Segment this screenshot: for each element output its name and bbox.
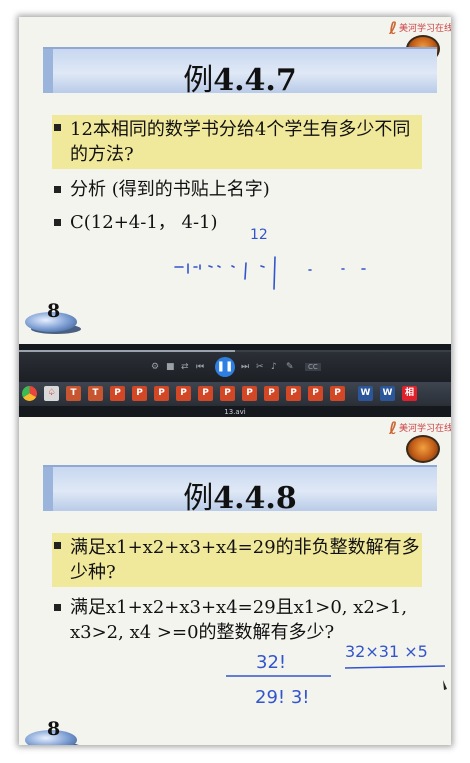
pdf-icon[interactable]: ♤ [44,386,59,401]
slide-top: ℓ 美河学习在线 例4.4.7 12本相同的数学书分给4个学生有多少不同的方法?… [19,17,451,344]
word-icon[interactable]: W [358,386,373,401]
handwritten-product: 32×31 ×5 [345,642,428,661]
next-icon[interactable]: ⏭ [241,362,249,372]
cut-icon[interactable]: ✂ [256,362,264,372]
pause-button[interactable]: ❚❚ [215,357,235,377]
handwritten-numerator: 32! [256,652,286,673]
player-controls: ⚙ ■ ⇄ ⏮ ❚❚ ⏭ ✂ ♪ ✎ CC [19,352,451,382]
word-icon-2[interactable]: W [380,386,395,401]
ppt-icon-3[interactable]: P [154,386,169,401]
taskbar: ♤ T T P P P P P P P P P P P W W 相 [19,382,451,406]
ppt-icon[interactable]: P [110,386,125,401]
ppt-icon-4[interactable]: P [176,386,191,401]
file-name: 13.avi [224,408,246,416]
page-number: 8 [47,718,61,740]
stop-icon[interactable]: ■ [166,362,175,372]
handwritten-denominator: 29! 3! [255,687,310,708]
ppt-icon-5[interactable]: P [198,386,213,401]
subtitle-toggle-icon[interactable]: CC [305,363,321,371]
shuffle-icon[interactable]: ⇄ [181,362,189,372]
ppt-icon-10[interactable]: P [308,386,323,401]
ppt-icon-8[interactable]: P [264,386,279,401]
text-icon[interactable]: T [66,386,81,401]
ppt-icon-7[interactable]: P [242,386,257,401]
previous-icon[interactable]: ⏮ [196,362,204,372]
video-player: ⚙ ■ ⇄ ⏮ ❚❚ ⏭ ✂ ♪ ✎ CC ♤ T T P P P P P P P P P P P W W 相 … [19,344,451,417]
handwriting-annotation: 12 [174,227,366,290]
ppt-icon-11[interactable]: P [330,386,345,401]
page-badge: 8 [25,300,95,336]
slide-bottom: ℓ 美河学习在线 例4.4.8 满足x1+x2+x3+x4=29的非负整数解有多… [19,417,451,745]
pen-icon[interactable]: ✎ [286,362,294,372]
handwriting-annotation: 32! 29! 3! 32×31 ×5 [226,642,447,708]
page-number: 8 [47,300,61,322]
chrome-icon[interactable] [22,386,37,401]
page-badge: 8 [25,718,95,745]
text-icon-2[interactable]: T [88,386,103,401]
volume-icon[interactable]: ♪ [271,362,277,372]
ppt-icon-6[interactable]: P [220,386,235,401]
handwritten-label: 12 [250,227,268,243]
screenshot-frame: ℓ 美河学习在线 例4.4.7 12本相同的数学书分给4个学生有多少不同的方法?… [19,17,451,745]
settings-icon[interactable]: ⚙ [151,362,159,372]
ppt-icon-2[interactable]: P [132,386,147,401]
ppt-icon-9[interactable]: P [286,386,301,401]
product-underline [344,665,446,669]
app-icon[interactable]: 相 [402,386,417,401]
cursor-icon [443,680,447,690]
